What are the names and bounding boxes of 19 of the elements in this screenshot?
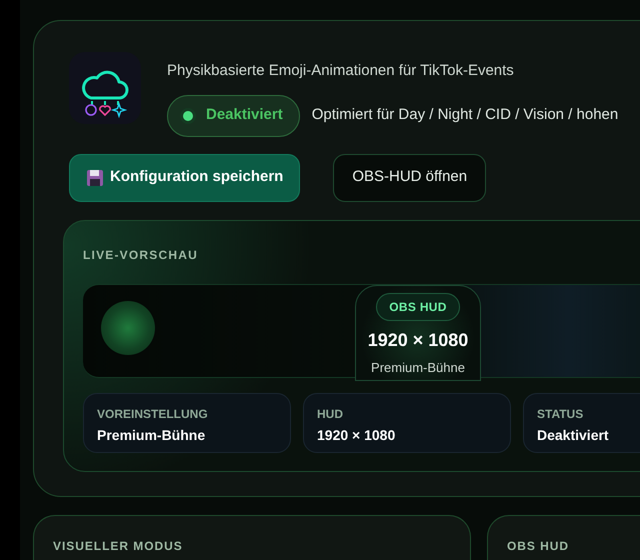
stat-label: STATUS — [537, 406, 584, 422]
cloud-logo-icon — [69, 52, 141, 124]
subtitle: Physikbasierte Emoji-Animationen für TikTok-Events — [167, 61, 515, 81]
open-hud-button[interactable]: OBS-HUD öffnen — [333, 154, 486, 202]
save-button[interactable]: Konfiguration speichern — [69, 154, 300, 202]
stat-label: HUD — [317, 406, 344, 422]
glow-orb-icon — [101, 300, 155, 354]
optimization-note: Optimiert für Day / Night / CID / Vision / hohen — [312, 105, 618, 126]
section-title: OBS HUD — [507, 538, 570, 552]
status-pill: Deaktiviert — [167, 94, 300, 136]
hud-badge: OBS HUD — [376, 292, 460, 320]
stat-label: VOREINSTELLUNG — [97, 406, 209, 422]
resolution-text: 1920 × 1080 — [368, 328, 468, 352]
preset-text: Premium-Bühne — [371, 358, 465, 376]
section-title: LIVE-VORSCHAU — [83, 248, 198, 262]
stat-value: 1920 × 1080 — [317, 426, 396, 444]
stat-value: Deaktiviert — [537, 426, 610, 444]
stat-value: Premium-Bühne — [97, 426, 206, 444]
section-title: VISUELLER MODUS — [53, 538, 183, 552]
